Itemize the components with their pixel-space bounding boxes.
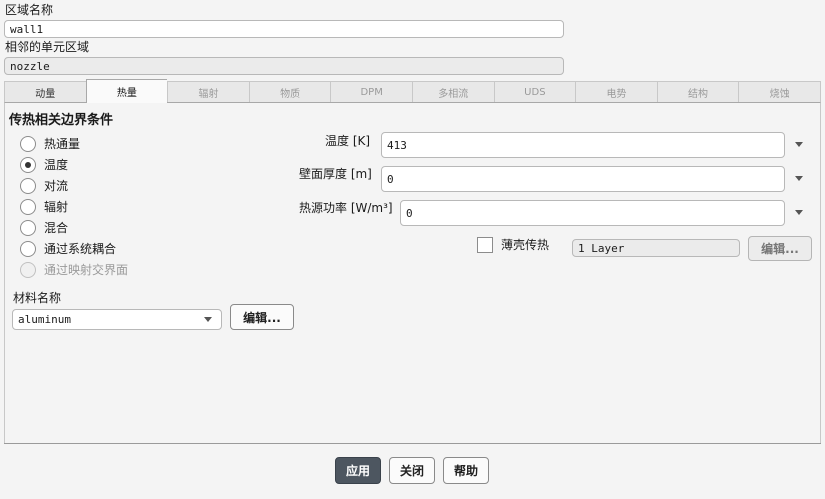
edit-layers-button[interactable]: 编辑... xyxy=(748,236,812,261)
wall-thickness-dropdown-icon[interactable] xyxy=(795,176,803,181)
tab-radiation[interactable]: 辐射 xyxy=(167,81,249,103)
radio-circle[interactable] xyxy=(20,220,36,236)
material-dropdown-icon[interactable] xyxy=(204,317,212,322)
tab-momentum[interactable]: 动量 xyxy=(4,81,86,103)
temperature-dropdown-icon[interactable] xyxy=(795,142,803,147)
zone-name-label: 区域名称 xyxy=(5,3,54,17)
material-select[interactable]: aluminum xyxy=(12,309,222,330)
material-label: 材料名称 xyxy=(13,291,62,305)
material-select-value: aluminum xyxy=(18,313,71,326)
adjacent-zone-field: nozzle xyxy=(4,57,564,75)
tab-bar: 动量 热量 辐射 物质 DPM 多相流 UDS 电势 结构 烧蚀 xyxy=(4,79,821,103)
tab-potential[interactable]: 电势 xyxy=(575,81,657,103)
heat-source-dropdown-icon[interactable] xyxy=(795,210,803,215)
adjacent-zone-label: 相邻的单元区域 xyxy=(5,40,90,54)
tab-uds[interactable]: UDS xyxy=(493,81,576,103)
radio-circle-disabled xyxy=(20,262,36,278)
edit-material-button[interactable]: 编辑... xyxy=(230,304,294,330)
radio-system-coupling[interactable]: 通过系统耦合 xyxy=(20,239,116,259)
radio-circle-selected[interactable] xyxy=(20,157,36,173)
footer-divider xyxy=(4,443,821,444)
radio-circle[interactable] xyxy=(20,136,36,152)
shell-conduction-label: 薄壳传热 xyxy=(501,238,550,252)
tab-multiphase[interactable]: 多相流 xyxy=(411,81,494,103)
zone-name-input[interactable]: wall1 xyxy=(4,20,564,38)
apply-button[interactable]: 应用 xyxy=(335,457,381,484)
temperature-input[interactable]: 413 xyxy=(381,132,785,158)
radio-circle[interactable] xyxy=(20,178,36,194)
wall-thickness-label: 壁面厚度 [m] xyxy=(299,167,372,181)
heat-source-input[interactable]: 0 xyxy=(400,200,785,226)
tab-thermal[interactable]: 热量 xyxy=(85,79,168,103)
radio-circle[interactable] xyxy=(20,241,36,257)
close-button[interactable]: 关闭 xyxy=(389,457,435,484)
radio-mixed[interactable]: 混合 xyxy=(20,218,68,238)
tab-species[interactable]: 物质 xyxy=(248,81,331,103)
thermal-conditions-title: 传热相关边界条件 xyxy=(9,113,114,128)
radio-convection[interactable]: 对流 xyxy=(20,176,68,196)
tab-dpm[interactable]: DPM xyxy=(330,81,412,103)
wall-thickness-input[interactable]: 0 xyxy=(381,166,785,192)
shell-conduction-checkbox[interactable] xyxy=(477,237,493,253)
help-button[interactable]: 帮助 xyxy=(443,457,489,484)
radio-temperature[interactable]: 温度 xyxy=(20,155,68,175)
radio-radiation[interactable]: 辐射 xyxy=(20,197,68,217)
radio-mapped-interface: 通过映射交界面 xyxy=(20,260,128,280)
heat-source-label: 热源功率 [W/m³] xyxy=(299,201,393,215)
tab-structure[interactable]: 结构 xyxy=(656,81,739,103)
tab-ablation[interactable]: 烧蚀 xyxy=(738,81,821,103)
temperature-label: 温度 [K] xyxy=(325,134,371,148)
radio-heat-flux[interactable]: 热通量 xyxy=(20,134,80,154)
radio-circle[interactable] xyxy=(20,199,36,215)
layers-field: 1 Layer xyxy=(572,239,740,257)
